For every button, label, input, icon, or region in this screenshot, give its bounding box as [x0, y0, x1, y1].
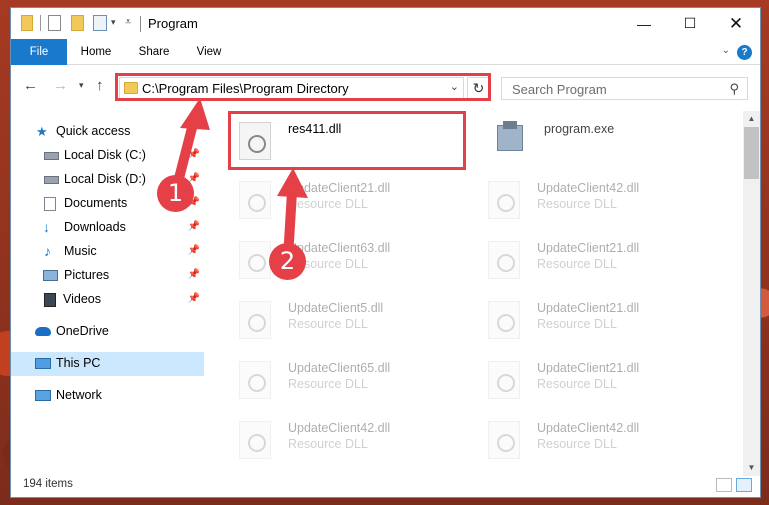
annotation-arrows	[171, 98, 308, 259]
step-1-badge: 1	[157, 175, 194, 212]
arrow-head-1	[180, 98, 210, 130]
arrow-head-2	[277, 168, 308, 198]
step-2-badge: 2	[269, 243, 306, 280]
